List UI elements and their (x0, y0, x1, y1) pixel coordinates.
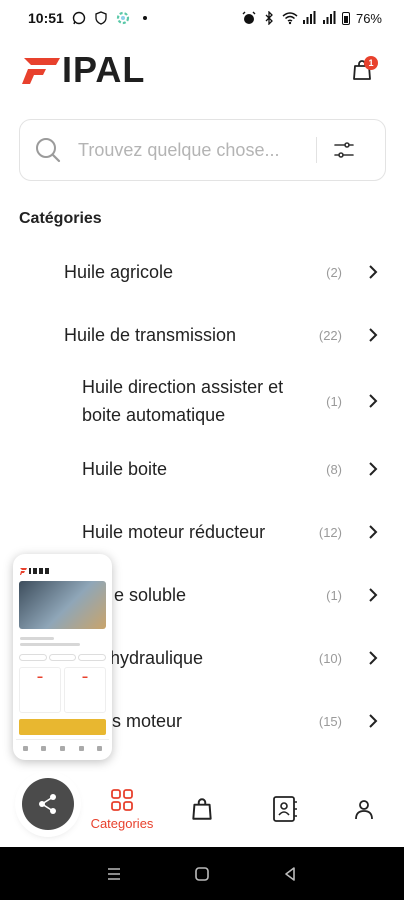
share-icon (39, 794, 56, 814)
nav-categories-label: Categories (90, 815, 154, 831)
nav-account[interactable] (344, 772, 384, 846)
category-label: Huile direction assister et (82, 377, 284, 397)
preview-logo (16, 565, 109, 579)
filter-button[interactable] (331, 137, 357, 163)
home-icon[interactable] (193, 865, 211, 883)
chevron-right-icon (369, 265, 378, 279)
search-divider (316, 137, 317, 163)
whatsapp-icon (72, 11, 86, 25)
grid-icon (111, 788, 133, 811)
wifi-icon (282, 11, 298, 25)
battery-icon (341, 11, 350, 25)
category-label-group: Huile direction assister et boite automa… (82, 373, 283, 429)
alarm-icon (242, 11, 256, 25)
contacts-icon (273, 796, 297, 822)
filter-icon (334, 142, 354, 158)
app-header: IPAL 1 (22, 44, 382, 96)
category-count: (12) (318, 524, 342, 540)
cart-button[interactable]: 1 (342, 50, 382, 90)
logo-mark-icon (22, 58, 60, 84)
category-count: (1) (326, 587, 342, 603)
category-count: (2) (326, 264, 342, 280)
category-row[interactable]: Huile boite (8) (0, 453, 404, 485)
category-label: hydraulique (110, 648, 204, 668)
category-label: Huile agricole (64, 262, 174, 282)
category-label-line2: boite automatique (82, 405, 226, 425)
chevron-right-icon (369, 714, 378, 728)
category-row[interactable]: Huile de transmission (22) (0, 319, 404, 351)
preview-lines (16, 631, 109, 652)
chevron-right-icon (369, 525, 378, 539)
section-title: Catégories (19, 210, 102, 227)
status-left: 10:51 (28, 10, 152, 26)
category-row[interactable]: Huile agricole (2) (0, 256, 404, 288)
category-count: (8) (326, 461, 342, 477)
nav-cart[interactable] (182, 772, 222, 846)
logo-text: IPAL (62, 49, 146, 90)
status-time: 10:51 (28, 10, 64, 26)
chevron-right-icon (369, 328, 378, 342)
back-icon[interactable] (281, 865, 299, 883)
category-row[interactable]: Huile direction assister et boite automa… (0, 373, 404, 429)
category-label: Huile moteur réducteur (82, 522, 266, 542)
bluetooth-icon (262, 10, 276, 26)
settings-color-icon (116, 11, 130, 25)
search-bar (19, 119, 386, 181)
category-row[interactable]: Huile moteur réducteur (12) (0, 516, 404, 548)
screenshot-preview[interactable]: ▬ ▬ (13, 554, 112, 760)
preview-status (16, 557, 109, 565)
category-count: (22) (318, 327, 342, 343)
category-label: Huile boite (82, 459, 168, 479)
cart-badge: 1 (364, 56, 378, 70)
status-right: 76% (242, 10, 382, 26)
category-label: s moteur (112, 711, 183, 731)
nav-contacts[interactable] (264, 772, 304, 846)
category-count: (10) (318, 650, 342, 666)
preview-cards: ▬ ▬ (16, 663, 109, 717)
recents-icon[interactable] (105, 865, 123, 883)
search-icon[interactable] (34, 136, 62, 164)
dot-icon (138, 11, 152, 25)
signal-icon (322, 11, 336, 25)
shield-icon (94, 11, 108, 25)
search-input[interactable] (78, 139, 308, 161)
preview-chips (16, 652, 109, 663)
category-label: e soluble (114, 585, 187, 605)
category-count: (15) (318, 713, 342, 729)
preview-banner (19, 581, 106, 629)
preview-product-image (19, 719, 106, 735)
ipal-logo[interactable]: IPAL (22, 49, 145, 91)
signal-icon (302, 11, 316, 25)
category-label: Huile de transmission (64, 325, 237, 345)
status-bar: 10:51 76% (0, 0, 404, 36)
chevron-right-icon (369, 462, 378, 476)
bag-icon (192, 798, 212, 820)
chevron-right-icon (369, 588, 378, 602)
category-count: (1) (326, 393, 342, 409)
preview-nav (16, 739, 109, 757)
share-button[interactable] (22, 778, 74, 830)
chevron-right-icon (369, 394, 378, 408)
system-nav-bar (0, 847, 404, 900)
battery-percent: 76% (355, 10, 382, 26)
chevron-right-icon (369, 651, 378, 665)
nav-categories[interactable]: Categories (84, 772, 160, 846)
user-icon (355, 800, 373, 820)
